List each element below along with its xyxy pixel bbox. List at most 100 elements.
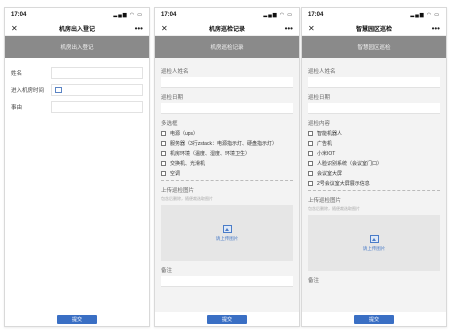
- option-item[interactable]: 机房环境（温度、湿度、环境卫生）: [161, 150, 293, 157]
- entry-time-row: 进入机房时间: [11, 84, 143, 96]
- option-label: 小米IOT: [317, 151, 336, 157]
- inspector-input[interactable]: [308, 77, 440, 88]
- more-icon[interactable]: •••: [430, 24, 440, 32]
- name-label: 姓名: [11, 71, 23, 77]
- close-icon[interactable]: ✕: [11, 24, 21, 33]
- entry-time-label: 进入机房时间: [11, 88, 45, 94]
- checkbox[interactable]: [308, 131, 313, 136]
- option-item[interactable]: 服务器（3行zstack：电源指示灯、硬盘指示灯）: [161, 140, 293, 147]
- upload-caption: 请上传图片: [362, 245, 386, 251]
- status-bar: 17:04 ▂▄▆ ◠ ▭: [302, 8, 446, 22]
- option-item[interactable]: 2号会议室大屏展示信息: [308, 180, 440, 187]
- form-banner: 机房出入登记: [5, 36, 149, 58]
- form-banner: 机房巡检记录: [155, 36, 299, 58]
- checkbox[interactable]: [308, 181, 313, 186]
- option-item[interactable]: 空调: [161, 170, 293, 177]
- option-item[interactable]: 智能机器人: [308, 130, 440, 137]
- date-label: 巡检日期: [161, 95, 184, 101]
- inspector-label: 巡检人姓名: [308, 69, 336, 75]
- option-label: 人脸识别系统（会议室门口）: [317, 161, 383, 167]
- date-label: 巡检日期: [308, 95, 331, 101]
- option-label: 空调: [170, 171, 181, 177]
- photo-label: 上传巡检图片: [161, 188, 195, 194]
- image-upload-area[interactable]: 请上传图片: [308, 215, 440, 271]
- nav-bar: ✕ 智慧园区巡检 •••: [302, 22, 446, 36]
- inspector-label: 巡检人姓名: [161, 69, 189, 75]
- remarks-input[interactable]: [161, 276, 293, 287]
- status-time: 17:04: [11, 12, 27, 18]
- inspector-input[interactable]: [161, 77, 293, 88]
- form-content: 姓名 进入机房时间 事由: [5, 58, 149, 312]
- divider: [308, 190, 440, 191]
- reason-label: 事由: [11, 105, 23, 111]
- entry-time-input[interactable]: [51, 84, 143, 96]
- status-icons: ▂▄▆ ◠ ▭: [263, 12, 293, 18]
- option-item[interactable]: 会议室大屏: [308, 170, 440, 177]
- more-icon[interactable]: •••: [133, 24, 143, 32]
- form-content: 巡检人姓名 巡检日期 多选框 电源（ups） 服务器（3行zstack：电源指示…: [155, 58, 299, 312]
- option-label: 2号会议室大屏展示信息: [317, 181, 370, 187]
- reason-input[interactable]: [51, 101, 143, 113]
- submit-bar: 提交: [155, 312, 299, 326]
- phone-screen-entry-log: 17:04 ▂▄▆ ◠ ▭ ✕ 机房出入登记 ••• 机房出入登记 姓名 进入机…: [4, 7, 150, 327]
- checkbox[interactable]: [161, 171, 166, 176]
- stage: 17:04 ▂▄▆ ◠ ▭ ✕ 机房出入登记 ••• 机房出入登记 姓名 进入机…: [0, 0, 456, 332]
- name-row: 姓名: [11, 67, 143, 79]
- remarks-label: 备注: [161, 268, 173, 274]
- calendar-icon: [55, 87, 62, 93]
- status-icons: ▂▄▆ ◠ ▭: [113, 12, 143, 18]
- option-label: 智能机器人: [317, 131, 343, 137]
- status-bar: 17:04 ▂▄▆ ◠ ▭: [5, 8, 149, 22]
- option-item[interactable]: 小米IOT: [308, 150, 440, 157]
- multi-select-label: 多选框: [161, 121, 178, 127]
- image-icon: [369, 234, 379, 243]
- submit-button[interactable]: 提交: [354, 314, 394, 324]
- submit-bar: 提交: [5, 312, 149, 326]
- upload-hint: 包含后删除，随便裁选取图片: [161, 196, 213, 201]
- nav-bar: ✕ 机房巡检记录 •••: [155, 22, 299, 36]
- option-label: 交换机、光滑机: [170, 161, 206, 167]
- date-input[interactable]: [161, 103, 293, 114]
- option-label: 服务器（3行zstack：电源指示灯、硬盘指示灯）: [170, 141, 277, 147]
- option-label: 广告机: [317, 141, 333, 147]
- option-item[interactable]: 广告机: [308, 140, 440, 147]
- checkbox[interactable]: [161, 161, 166, 166]
- option-label: 电源（ups）: [170, 131, 199, 137]
- image-upload-area[interactable]: 请上传图片: [161, 205, 293, 261]
- submit-button[interactable]: 提交: [207, 314, 247, 324]
- upload-caption: 请上传图片: [215, 235, 239, 241]
- photo-label: 上传巡检图片: [308, 198, 342, 204]
- close-icon[interactable]: ✕: [308, 24, 318, 33]
- date-input[interactable]: [308, 103, 440, 114]
- more-icon[interactable]: •••: [283, 24, 293, 32]
- form-content: 巡检人姓名 巡检日期 巡检内容 智能机器人 广告机 小米IOT 人脸识别系统（会…: [302, 58, 446, 312]
- option-item[interactable]: 电源（ups）: [161, 130, 293, 137]
- checkbox[interactable]: [308, 171, 313, 176]
- checkbox[interactable]: [161, 151, 166, 156]
- nav-title: 机房巡检记录: [208, 27, 245, 33]
- remarks-label: 备注: [308, 278, 320, 284]
- option-label: 会议室大屏: [317, 171, 343, 177]
- status-bar: 17:04 ▂▄▆ ◠ ▭: [155, 8, 299, 22]
- checkbox[interactable]: [308, 161, 313, 166]
- checkbox[interactable]: [161, 141, 166, 146]
- status-time: 17:04: [308, 12, 324, 18]
- option-item[interactable]: 交换机、光滑机: [161, 160, 293, 167]
- reason-row: 事由: [11, 101, 143, 113]
- checkbox[interactable]: [161, 131, 166, 136]
- submit-button[interactable]: 提交: [57, 314, 97, 324]
- nav-title: 智慧园区巡检: [355, 27, 392, 33]
- content-label: 巡检内容: [308, 121, 331, 127]
- divider: [161, 180, 293, 181]
- option-label: 机房环境（温度、湿度、环境卫生）: [170, 151, 251, 157]
- name-input[interactable]: [51, 67, 143, 79]
- form-banner: 智慧园区巡检: [302, 36, 446, 58]
- close-icon[interactable]: ✕: [161, 24, 171, 33]
- option-item[interactable]: 人脸识别系统（会议室门口）: [308, 160, 440, 167]
- phone-screen-room-inspection: 17:04 ▂▄▆ ◠ ▭ ✕ 机房巡检记录 ••• 机房巡检记录 巡检人姓名 …: [154, 7, 300, 327]
- nav-bar: ✕ 机房出入登记 •••: [5, 22, 149, 36]
- nav-title: 机房出入登记: [58, 27, 95, 33]
- checkbox[interactable]: [308, 141, 313, 146]
- checkbox[interactable]: [308, 151, 313, 156]
- image-icon: [222, 224, 232, 233]
